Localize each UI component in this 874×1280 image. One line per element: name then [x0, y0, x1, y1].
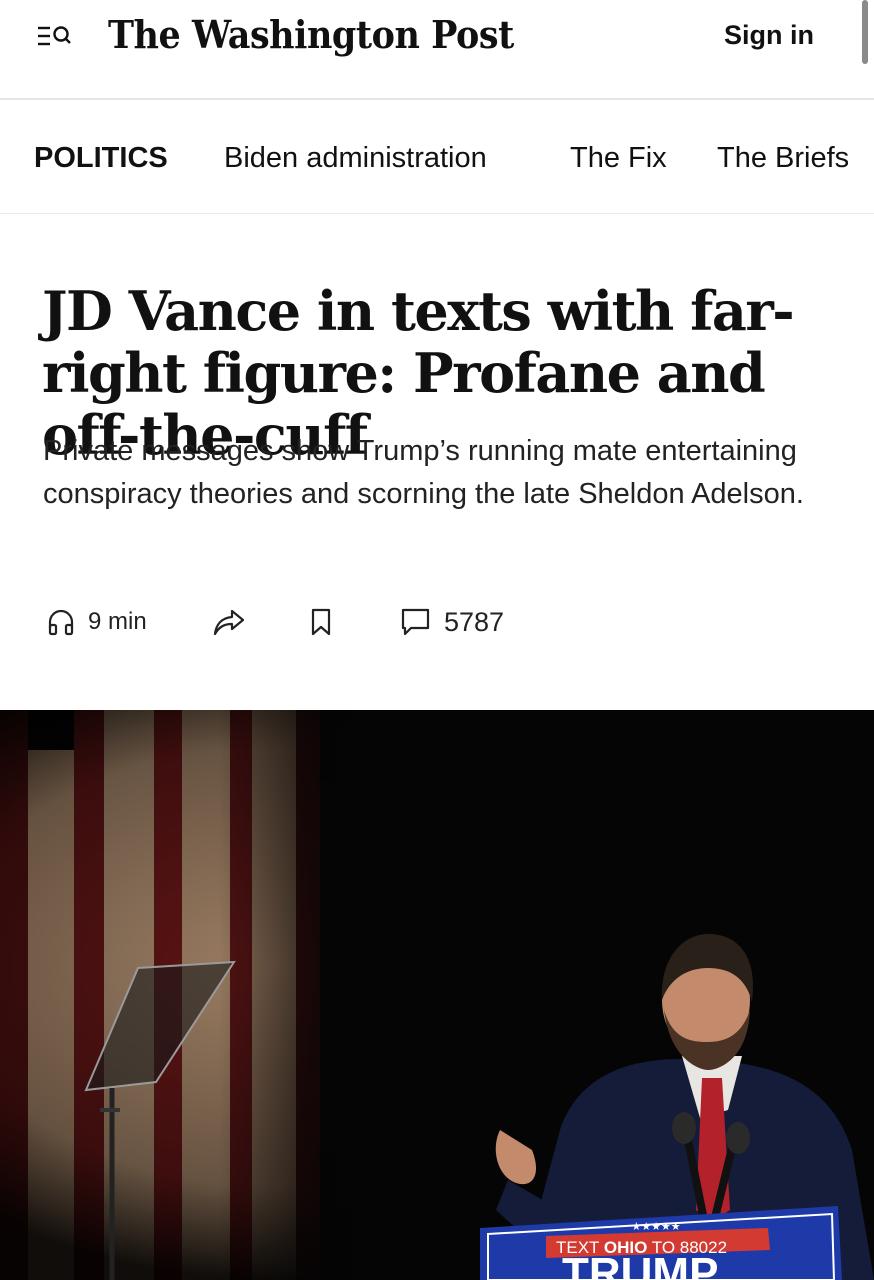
lead-photo[interactable]: ★★★★★ TEXT OHIO TO 88022 TRUMP [0, 710, 874, 1280]
comments-count: 5787 [444, 606, 505, 637]
article-action-bar: 9 min 5787 [0, 598, 874, 648]
headphones-icon [48, 609, 74, 636]
sign-trump-text: TRUMP [562, 1249, 718, 1280]
bookmark-button[interactable] [306, 598, 336, 646]
section-title-politics[interactable]: POLITICS [34, 142, 168, 175]
top-header: The Washington Post Sign in [0, 0, 874, 100]
search-menu-button[interactable] [36, 22, 76, 54]
comment-icon [401, 608, 430, 636]
share-button[interactable] [212, 598, 246, 646]
site-logo[interactable]: The Washington Post [108, 12, 514, 57]
sign-in-link[interactable]: Sign in [724, 20, 814, 51]
listen-duration: 9 min [88, 608, 147, 635]
share-icon [213, 609, 245, 636]
comments-button[interactable]: 5787 [400, 598, 504, 646]
section-nav-item-the-briefs[interactable]: The Briefs [717, 142, 849, 175]
section-nav-item-biden-administration[interactable]: Biden administration [224, 142, 487, 175]
search-menu-icon [38, 26, 71, 46]
sign-stars: ★★★★★ [631, 1220, 680, 1233]
article-subheadline: Private messages show Trump’s running ma… [43, 435, 804, 510]
section-nav-item-the-fix[interactable]: The Fix [570, 142, 667, 175]
scrollbar-thumb[interactable] [862, 0, 868, 64]
listen-button[interactable]: 9 min [46, 598, 147, 646]
section-nav: POLITICS Biden administration The Fix Th… [0, 100, 874, 214]
lead-photo-illustration: ★★★★★ TEXT OHIO TO 88022 TRUMP [0, 710, 874, 1280]
bookmark-icon [311, 608, 331, 636]
